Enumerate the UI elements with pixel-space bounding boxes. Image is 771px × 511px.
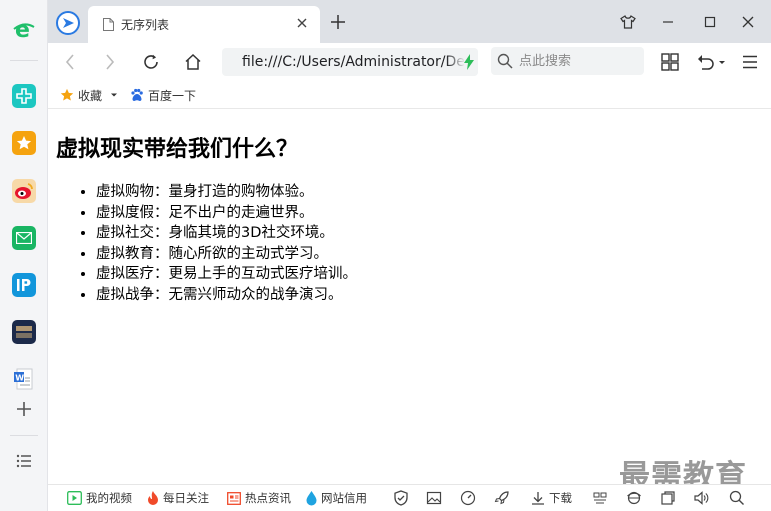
browser-logo-icon[interactable] (56, 11, 80, 35)
download-label: 下载 (549, 491, 572, 505)
bookmarks-bar: 收藏 百度一下 (48, 81, 771, 109)
sidebar-divider (10, 435, 38, 436)
list-item: 虚拟战争：无需兴师动众的战争演习。 (96, 285, 357, 306)
home-icon[interactable] (183, 52, 203, 72)
tab-grid-icon[interactable] (660, 52, 680, 72)
zoom-magnifier-icon[interactable] (729, 490, 745, 506)
speed-gauge-icon[interactable] (460, 490, 476, 506)
left-sidebar: e W (0, 0, 48, 511)
menu-list-icon[interactable] (12, 449, 36, 473)
ie-browser-icon[interactable]: e (12, 17, 36, 41)
my-video-label: 我的视频 (86, 491, 132, 505)
back-icon[interactable] (60, 52, 80, 72)
window-restore-icon[interactable] (660, 490, 676, 506)
close-tab-icon[interactable] (294, 15, 310, 31)
word-document-icon[interactable]: W (12, 367, 36, 391)
site-credit-button[interactable]: 网站信用 (306, 490, 367, 506)
baidu-paw-icon (131, 88, 143, 101)
water-drop-icon (306, 490, 317, 505)
address-url[interactable]: file:///C:/Users/Administrator/Desktop (242, 54, 478, 70)
lightning-bolt-icon[interactable] (464, 54, 474, 70)
close-window-icon[interactable] (738, 12, 758, 32)
address-bar[interactable]: file:///C:/Users/Administrator/Desktop (222, 48, 478, 76)
medical-cross-icon[interactable] (12, 84, 36, 108)
search-box[interactable] (491, 47, 644, 75)
skin-shirt-icon[interactable] (618, 12, 638, 32)
flame-icon (148, 490, 158, 505)
main-menu-icon[interactable] (740, 52, 760, 72)
list-item: 虚拟教育：随心所欲的主动式学习。 (96, 244, 357, 265)
maximize-icon[interactable] (700, 12, 720, 32)
status-bar: 我的视频 每日关注 热点资讯 网站信用 下载 (48, 484, 771, 511)
bookmark-baidu[interactable]: 百度一下 (130, 85, 196, 105)
news-icon (227, 491, 241, 505)
shield-icon[interactable] (393, 490, 409, 506)
favorites-menu[interactable]: 收藏 (60, 85, 122, 105)
site-credit-label: 网站信用 (321, 491, 367, 505)
page-icon (103, 18, 114, 31)
undo-close-tab-icon[interactable] (694, 52, 728, 72)
svg-text:e: e (15, 18, 30, 41)
minimize-icon[interactable] (658, 12, 678, 32)
tab-active[interactable]: 无序列表 (88, 6, 320, 43)
my-video-button[interactable]: 我的视频 (67, 490, 132, 506)
favorites-star-icon[interactable] (12, 131, 36, 155)
unordered-list: 虚拟购物：量身打造的购物体验。 虚拟度假：足不出户的走遍世界。 虚拟社交：身临其… (96, 182, 357, 305)
download-button[interactable]: 下载 (531, 490, 572, 506)
svg-text:W: W (15, 373, 24, 382)
page-content: 虚拟现实带给我们什么？ 虚拟购物：量身打造的购物体验。 虚拟度假：足不出户的走遍… (48, 110, 771, 484)
hot-news-button[interactable]: 热点资讯 (227, 490, 291, 506)
favorites-label: 收藏 (78, 88, 103, 103)
list-item: 虚拟医疗：更易上手的互动式医疗培训。 (96, 264, 357, 285)
huanqiu-news-icon[interactable] (12, 320, 36, 344)
list-item: 虚拟购物：量身打造的购物体验。 (96, 182, 357, 203)
volume-icon[interactable] (693, 490, 709, 506)
mail-icon[interactable] (12, 226, 36, 250)
sidebar-divider (10, 60, 38, 61)
daily-follow-button[interactable]: 每日关注 (147, 490, 209, 506)
image-icon[interactable] (426, 490, 442, 506)
daily-follow-label: 每日关注 (163, 491, 209, 505)
forward-icon[interactable] (100, 52, 120, 72)
baidu-label: 百度一下 (148, 88, 197, 103)
navigation-bar: file:///C:/Users/Administrator/Desktop (48, 43, 771, 81)
list-item: 虚拟度假：足不出户的走遍世界。 (96, 203, 357, 224)
weibo-icon[interactable] (12, 179, 36, 203)
hot-news-label: 热点资讯 (245, 491, 291, 505)
video-play-icon (67, 491, 82, 505)
chevron-down-icon (111, 93, 118, 97)
search-input[interactable] (519, 47, 639, 75)
download-icon (532, 492, 544, 505)
compatibility-mode-icon[interactable] (592, 490, 608, 506)
ie-mode-icon[interactable] (626, 490, 642, 506)
favorites-star-icon (60, 88, 74, 101)
refresh-icon[interactable] (141, 52, 161, 72)
tab-title: 无序列表 (121, 18, 170, 32)
add-icon[interactable] (12, 397, 36, 421)
list-item: 虚拟社交：身临其境的3D社交环境。 (96, 223, 357, 244)
rocket-icon[interactable] (494, 490, 510, 506)
tab-bar: 无序列表 (48, 0, 771, 43)
page-title: 虚拟现实带给我们什么？ (56, 137, 299, 162)
ip-app-icon[interactable] (12, 273, 36, 297)
search-icon (497, 53, 513, 69)
new-tab-icon[interactable] (330, 14, 346, 30)
